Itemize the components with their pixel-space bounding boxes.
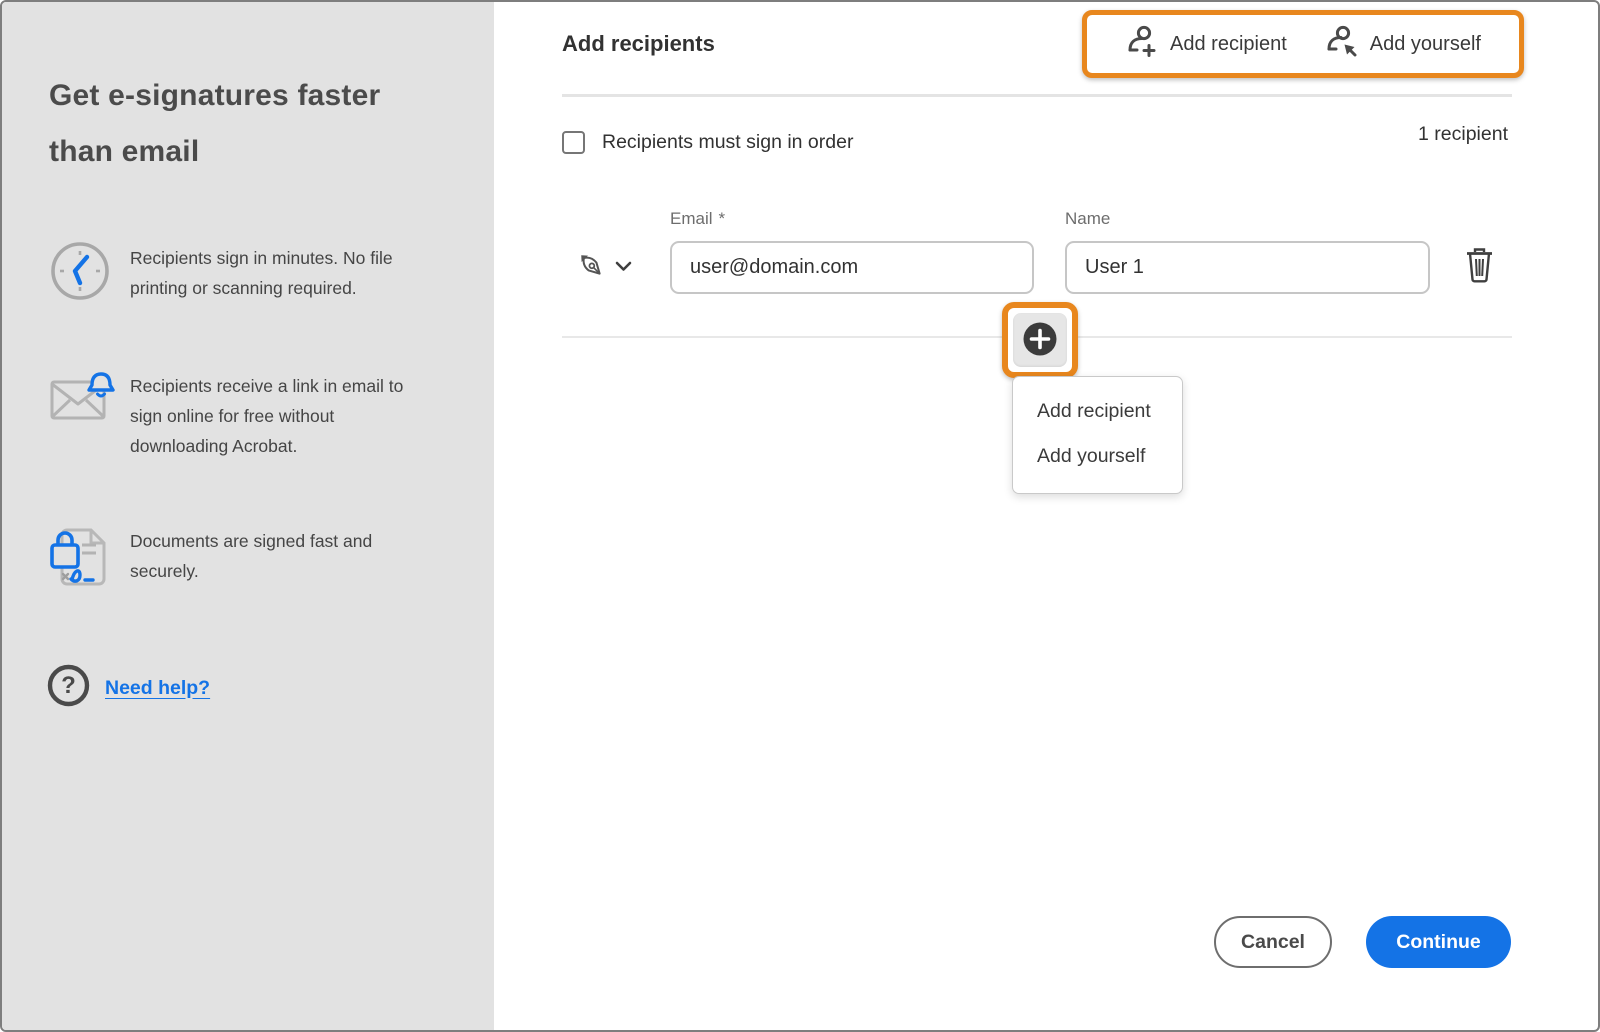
email-link-icon — [49, 368, 115, 431]
add-recipient-label: Add recipient — [1170, 32, 1287, 55]
feature-email-link: Recipients receive a link in email to si… — [49, 368, 459, 461]
recipient-name-input[interactable] — [1065, 241, 1430, 294]
feature-text: Documents are signed fast and securely. — [130, 531, 373, 581]
add-yourself-button[interactable]: Add yourself — [1325, 25, 1481, 63]
clock-icon — [49, 240, 111, 307]
sign-in-order-label: Recipients must sign in order — [602, 131, 854, 153]
plus-circle-icon — [1022, 321, 1058, 360]
feature-sign-in-minutes: Recipients sign in minutes. No file prin… — [49, 240, 459, 307]
sign-in-order-checkbox[interactable] — [562, 131, 585, 154]
page-title: Add recipients — [562, 31, 715, 56]
question-mark-icon: ? — [47, 664, 90, 712]
feature-secure-signing: Documents are signed fast and securely. — [49, 523, 459, 594]
add-recipient-icon — [1125, 25, 1159, 63]
secure-document-icon — [49, 523, 111, 594]
top-actions-highlight: Add recipient Add yourself — [1082, 10, 1524, 78]
add-yourself-icon — [1325, 25, 1359, 63]
add-dropdown-menu: Add recipient Add yourself — [1012, 376, 1183, 494]
email-field-label: Email * — [670, 209, 726, 228]
sidebar-heading: Get e-signatures faster than email — [49, 79, 381, 168]
add-recipient-plus-button[interactable] — [1013, 313, 1067, 367]
add-recipient-button[interactable]: Add recipient — [1125, 25, 1287, 63]
required-asterisk: * — [718, 209, 726, 228]
help-row: ? Need help? — [47, 664, 210, 712]
add-recipients-dialog: Get e-signatures faster than email Recip… — [0, 0, 1600, 1032]
menu-item-add-recipient[interactable]: Add recipient — [1013, 389, 1182, 434]
info-sidebar: Get e-signatures faster than email Recip… — [2, 2, 494, 1030]
recipient-email-input[interactable] — [670, 241, 1034, 294]
header-divider — [562, 94, 1512, 97]
menu-item-add-yourself[interactable]: Add yourself — [1013, 434, 1182, 479]
trash-icon — [1464, 248, 1495, 286]
chevron-down-icon — [615, 260, 632, 275]
need-help-link[interactable]: Need help? — [105, 677, 210, 700]
recipient-role-dropdown[interactable] — [576, 250, 632, 284]
pen-nib-icon — [576, 250, 607, 284]
sign-in-order-row: Recipients must sign in order — [562, 131, 853, 154]
add-yourself-label: Add yourself — [1369, 32, 1481, 55]
svg-text:?: ? — [61, 672, 76, 699]
delete-recipient-button[interactable] — [1464, 247, 1495, 286]
continue-button[interactable]: Continue — [1366, 916, 1511, 968]
recipient-count: 1 recipient — [1418, 123, 1508, 145]
feature-text: Recipients receive a link in email to si… — [130, 376, 404, 456]
cancel-button[interactable]: Cancel — [1214, 916, 1332, 968]
feature-text: Recipients sign in minutes. No file prin… — [130, 248, 393, 298]
add-button-highlight — [1002, 302, 1078, 378]
name-field-label: Name — [1065, 209, 1111, 228]
